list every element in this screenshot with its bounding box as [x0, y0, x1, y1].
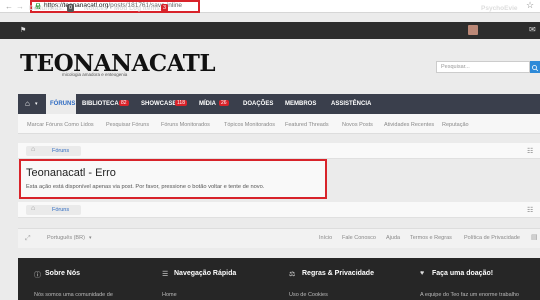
tab-library[interactable]: BIBLIOTECA	[82, 101, 119, 107]
heart-icon: ♥	[420, 270, 425, 277]
search-icon	[532, 65, 539, 72]
footer-about-title: Sobre Nós	[45, 270, 81, 277]
avatar[interactable]	[468, 25, 478, 35]
footer-rules-cookies[interactable]: Uso de Cookies	[289, 292, 328, 298]
subnav-search-forums[interactable]: Pesquisar Fóruns	[106, 122, 149, 128]
chevron-down-icon: ▾	[89, 235, 92, 241]
forward-icon[interactable]: →	[16, 2, 24, 11]
subnav-mark-read[interactable]: Marcar Fóruns Como Lidos	[27, 122, 94, 128]
bookmark-star-icon[interactable]: ☆	[526, 0, 534, 11]
tab-media[interactable]: MÍDIA	[199, 101, 216, 107]
inbox-icon[interactable]: ✉	[529, 25, 536, 34]
home-icon[interactable]: ⌂	[25, 99, 30, 108]
chevron-down-icon: ▾	[35, 101, 38, 107]
breadcrumb-forums[interactable]: Fóruns	[52, 148, 69, 154]
sitemap-icon[interactable]: ☷	[527, 206, 533, 214]
breadcrumb	[18, 143, 540, 159]
search-placeholder: Pesquisar...	[441, 64, 470, 70]
info-icon: ⓘ	[34, 272, 41, 279]
reports-link[interactable]: Denúncias:	[29, 5, 64, 12]
error-title: Teonanacatl - Erro	[26, 167, 116, 179]
subnav-reputation[interactable]: Reputação	[442, 122, 469, 128]
footer-quicknav-title: Navegação Rápida	[174, 270, 237, 277]
sitemap-icon[interactable]: ☷	[527, 147, 533, 155]
footer-link-help[interactable]: Ajuda	[386, 235, 400, 241]
rss-icon[interactable]: ▤	[531, 233, 538, 241]
site-tagline: micologia amadora e enteogenia	[62, 72, 128, 77]
admin-topbar	[0, 22, 540, 39]
home-icon[interactable]: ⌂	[31, 205, 35, 212]
back-icon[interactable]: ←	[5, 2, 13, 11]
footer-donate-text: A equipe do Teo faz um enorme trabalho	[420, 292, 519, 298]
tab-members[interactable]: MEMBROS	[285, 101, 316, 107]
breadcrumb-bottom	[18, 202, 540, 218]
subnav-watched-threads[interactable]: Tópicos Monitorados	[224, 122, 275, 128]
media-badge: 26	[219, 100, 229, 106]
library-badge: 82	[119, 100, 129, 106]
footer-rules-title: Regras & Privacidade	[302, 270, 374, 277]
breadcrumb-forums[interactable]: Fóruns	[52, 207, 69, 213]
tab-donations[interactable]: DOAÇÕES	[243, 101, 273, 107]
search-button[interactable]	[530, 61, 540, 73]
reports-count-badge: 0	[67, 4, 75, 12]
language-select[interactable]: Português (BR)	[47, 235, 85, 241]
username-link[interactable]: PsychoEvie	[481, 5, 518, 12]
modlog-link[interactable]: Mod Log Items:	[114, 5, 162, 12]
modlog-count-badge: 3	[161, 4, 169, 12]
error-message: Esta ação está disponível apenas via pos…	[26, 184, 265, 190]
subnav-watched-forums[interactable]: Fóruns Monitorados	[161, 122, 210, 128]
navigation-icon: ☰	[162, 271, 169, 278]
error-panel	[19, 159, 327, 199]
home-icon[interactable]: ⌂	[31, 146, 35, 153]
subnav-recent-activity[interactable]: Atividades Recentes	[384, 122, 434, 128]
footer-about-text: Nós somos uma comunidade de	[34, 292, 113, 298]
footer-quicknav-home[interactable]: Home	[162, 292, 177, 298]
footer-bar	[18, 228, 540, 248]
footer-link-terms[interactable]: Termos e Regras	[410, 235, 452, 241]
notices-link[interactable]: Notices	[84, 5, 107, 12]
showcase-badge: 118	[175, 100, 187, 106]
tab-assistance[interactable]: ASSISTÊNCIA	[331, 101, 371, 107]
subnav-featured-threads[interactable]: Featured Threads	[285, 122, 329, 128]
flag-icon: ⚑	[20, 27, 27, 34]
tab-showcase[interactable]: SHOWCASE	[141, 101, 176, 107]
subnav-new-posts[interactable]: Novos Posts	[342, 122, 373, 128]
expand-icon[interactable]: ⤢	[25, 235, 31, 243]
footer-link-privacy[interactable]: Política de Privacidade	[464, 235, 520, 241]
scale-icon: ⚖	[289, 271, 296, 278]
footer-donate-title: Faça uma doação!	[432, 270, 494, 277]
footer-link-contact[interactable]: Fale Conosco	[342, 235, 376, 241]
footer-link-home[interactable]: Início	[319, 235, 332, 241]
tab-forums-label: FÓRUNS	[50, 101, 76, 107]
